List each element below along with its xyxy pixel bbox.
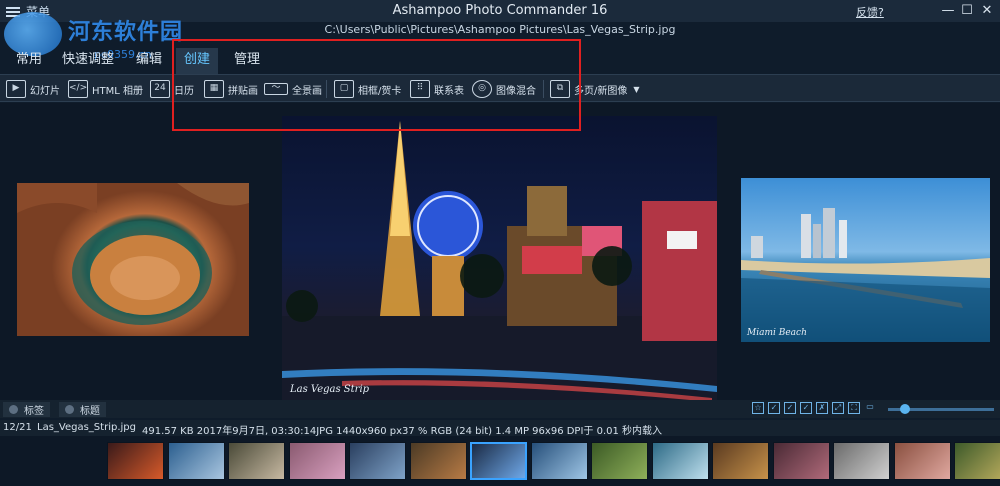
multipage-label: 多页/新图像 <box>574 85 628 97</box>
check-icon[interactable]: ✓ <box>768 402 780 414</box>
canyon-photo <box>17 183 249 325</box>
html-album-label: HTML 相册 <box>92 85 144 97</box>
html-album-button[interactable]: </> HTML 相册 <box>68 78 143 100</box>
thumbnail[interactable] <box>833 442 890 480</box>
status-bar: 12/21 Las_Vegas_Strip.jpg 491.57 KB 2017… <box>0 420 1000 436</box>
thumbnail[interactable] <box>349 442 406 480</box>
status-filename: Las_Vegas_Strip.jpg <box>37 422 136 433</box>
thumbnail[interactable] <box>712 442 769 480</box>
thumbnail[interactable] <box>410 442 467 480</box>
thumbnail[interactable] <box>652 442 709 480</box>
thumbnail[interactable] <box>531 442 588 480</box>
title-label: 标题 <box>80 406 100 417</box>
zoom-slider[interactable] <box>888 404 994 414</box>
right-photo-signature: Miami Beach <box>747 328 807 338</box>
thumbnail[interactable] <box>954 442 1000 480</box>
thumbnail[interactable] <box>894 442 951 480</box>
previous-image-preview[interactable] <box>17 183 249 336</box>
maximize-button[interactable]: ☐ <box>959 3 975 19</box>
monitor-icon[interactable]: ▭ <box>864 402 876 414</box>
tab-common[interactable]: 常用 <box>8 48 50 74</box>
calendar-icon: 24 <box>150 80 170 98</box>
fit-screen-icon[interactable]: ⤢ <box>832 402 844 414</box>
title-tab[interactable]: 标题 <box>59 402 106 417</box>
html-code-icon: </> <box>68 80 88 98</box>
watermark-text: 河东软件园 <box>68 20 184 45</box>
title-toggle-icon <box>65 405 74 414</box>
slideshow-button[interactable]: ▶ 幻灯片 <box>6 78 60 100</box>
next-image-preview[interactable]: Miami Beach <box>741 178 990 342</box>
image-details: 491.57 KB 2017年9月7日, 03:30:14JPG 1440x96… <box>142 426 663 436</box>
current-image[interactable]: Las Vegas Strip <box>282 116 717 406</box>
check-all-icon[interactable]: ✓ <box>784 402 796 414</box>
uncheck-icon[interactable]: ✗ <box>816 402 828 414</box>
thumbnail[interactable] <box>228 442 285 480</box>
favorite-star-icon[interactable]: ☆ <box>752 402 764 414</box>
thumbnail-strip <box>0 436 1000 486</box>
image-viewer: Las Vegas Strip Miami Beach <box>0 103 1000 406</box>
close-button[interactable]: ✕ <box>979 3 995 19</box>
thumbnail[interactable] <box>107 442 164 480</box>
thumbnail[interactable] <box>470 442 527 480</box>
las-vegas-photo <box>282 121 717 406</box>
check-mark-icon[interactable]: ✓ <box>800 402 812 414</box>
tags-label: 标签 <box>24 406 44 417</box>
dropdown-caret-icon[interactable]: ▼ <box>633 85 639 94</box>
thumbnail[interactable] <box>289 442 346 480</box>
thumbnail[interactable] <box>168 442 225 480</box>
zoom-slider-handle[interactable] <box>900 404 910 414</box>
slideshow-label: 幻灯片 <box>30 85 60 97</box>
image-index: 12/21 <box>3 422 32 433</box>
tags-tab[interactable]: 标签 <box>3 402 50 417</box>
tab-quick-adjust[interactable]: 快速调整 <box>54 48 122 74</box>
tab-edit[interactable]: 编辑 <box>128 48 170 74</box>
highlight-annotation <box>172 39 581 131</box>
miami-beach-photo <box>741 208 990 342</box>
feedback-link[interactable]: 反馈? <box>856 4 884 20</box>
slideshow-icon: ▶ <box>6 80 26 98</box>
tags-toggle-icon <box>9 405 18 414</box>
thumbnail[interactable] <box>773 442 830 480</box>
main-photo-signature: Las Vegas Strip <box>290 384 370 395</box>
thumbnail[interactable] <box>591 442 648 480</box>
fullscreen-icon[interactable]: ⛶ <box>848 402 860 414</box>
view-controls: ☆ ✓ ✓ ✓ ✗ ⤢ ⛶ ▭ <box>752 402 876 416</box>
minimize-button[interactable]: — <box>940 3 956 19</box>
